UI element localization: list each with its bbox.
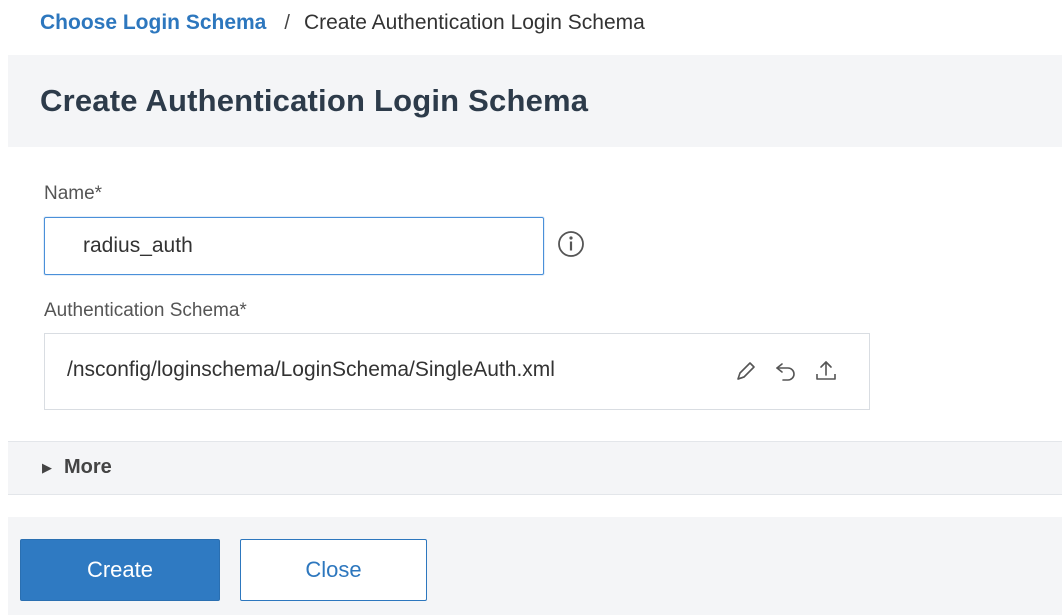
breadcrumb-link-choose-login-schema[interactable]: Choose Login Schema [40, 10, 266, 36]
name-field-label: Name* [44, 183, 103, 204]
authentication-schema-label: Authentication Schema* [44, 300, 247, 321]
title-bar: Create Authentication Login Schema [8, 55, 1062, 147]
schema-actions [733, 358, 839, 384]
authentication-schema-value: /nsconfig/loginschema/LoginSchema/Single… [67, 358, 555, 381]
upload-icon[interactable] [813, 358, 839, 384]
caret-right-icon: ▶ [42, 459, 52, 475]
create-button[interactable]: Create [20, 539, 220, 601]
name-input[interactable] [44, 217, 544, 275]
info-icon[interactable] [556, 229, 586, 259]
more-toggle[interactable]: ▶ More [42, 456, 112, 479]
create-login-schema-page: Choose Login Schema / Create Authenticat… [0, 0, 1062, 615]
page-title: Create Authentication Login Schema [40, 83, 589, 118]
revert-icon[interactable] [773, 358, 799, 384]
breadcrumb-separator: / [284, 12, 290, 34]
close-button[interactable]: Close [240, 539, 427, 601]
breadcrumb: Choose Login Schema / Create Authenticat… [40, 10, 645, 36]
authentication-schema-field: /nsconfig/loginschema/LoginSchema/Single… [44, 333, 870, 410]
more-label: More [64, 456, 112, 478]
footer-bar: Create Close [8, 517, 1062, 615]
more-section: ▶ More [8, 441, 1062, 495]
breadcrumb-current: Create Authentication Login Schema [303, 11, 645, 34]
edit-icon[interactable] [733, 358, 759, 384]
